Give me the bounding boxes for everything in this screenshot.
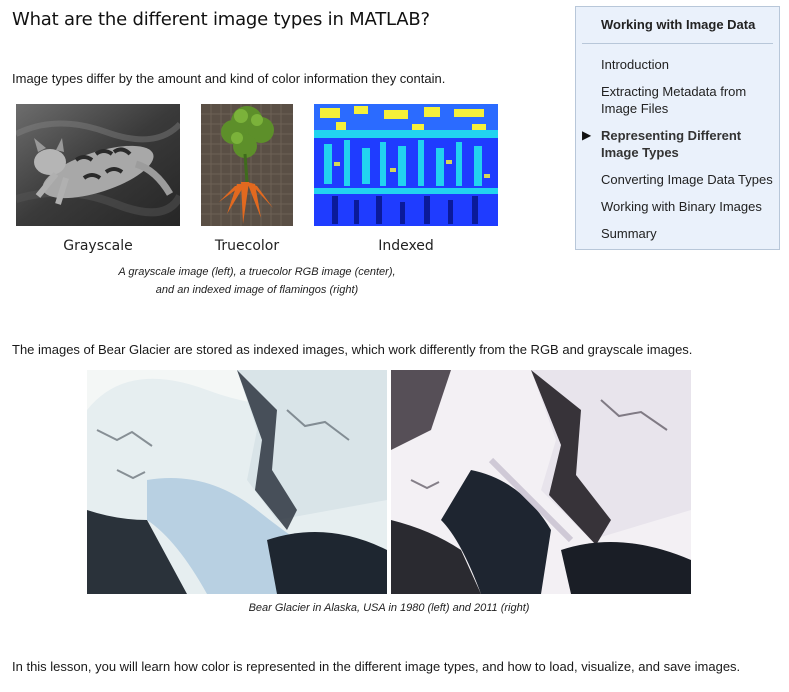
sidebar-item-label: Summary <box>601 226 657 241</box>
glacier-2011-image <box>391 370 691 594</box>
sidebar-list: Introduction Extracting Metadata from Im… <box>576 56 779 252</box>
indexed-label: Indexed <box>378 238 434 254</box>
sidebar-title: Working with Image Data <box>601 17 756 32</box>
sidebar-item-representing-image-types[interactable]: ▶ Representing Different Image Types <box>576 127 779 161</box>
grayscale-cat-image <box>16 104 180 226</box>
glacier-paragraph: The images of Bear Glacier are stored as… <box>12 342 693 357</box>
image-types-caption: A grayscale image (left), a truecolor RG… <box>16 263 498 299</box>
caption-line: A grayscale image (left), a truecolor RG… <box>118 266 396 278</box>
sidebar-divider <box>582 43 773 44</box>
page-title: What are the different image types in MA… <box>12 9 430 30</box>
indexed-flamingo-image <box>314 104 498 226</box>
grayscale-label: Grayscale <box>63 238 133 254</box>
sidebar-item-label: Introduction <box>601 57 669 72</box>
sidebar-item-label: Extracting Metadata from Image Files <box>601 84 747 116</box>
sidebar-item-label: Working with Binary Images <box>601 199 762 214</box>
current-page-arrow-icon: ▶ <box>582 128 592 142</box>
lesson-navigation-panel: Working with Image Data Introduction Ext… <box>575 6 780 250</box>
truecolor-carrots-image <box>201 104 293 226</box>
closing-paragraph: In this lesson, you will learn how color… <box>12 659 741 674</box>
truecolor-label: Truecolor <box>214 238 280 254</box>
intro-paragraph: Image types differ by the amount and kin… <box>12 71 446 86</box>
sidebar-item-binary-images[interactable]: Working with Binary Images <box>576 198 779 215</box>
glacier-caption: Bear Glacier in Alaska, USA in 1980 (lef… <box>248 602 530 614</box>
sidebar-item-introduction[interactable]: Introduction <box>576 56 779 73</box>
caption-line: and an indexed image of flamingos (right… <box>155 284 359 296</box>
sidebar-item-label: Representing Different Image Types <box>601 128 742 160</box>
sidebar-item-summary[interactable]: Summary <box>576 225 779 242</box>
glacier-1980-image <box>87 370 387 594</box>
sidebar-item-converting-data-types[interactable]: Converting Image Data Types <box>576 171 779 188</box>
sidebar-item-label: Converting Image Data Types <box>601 172 773 187</box>
sidebar-item-extracting-metadata[interactable]: Extracting Metadata from Image Files <box>576 83 779 117</box>
